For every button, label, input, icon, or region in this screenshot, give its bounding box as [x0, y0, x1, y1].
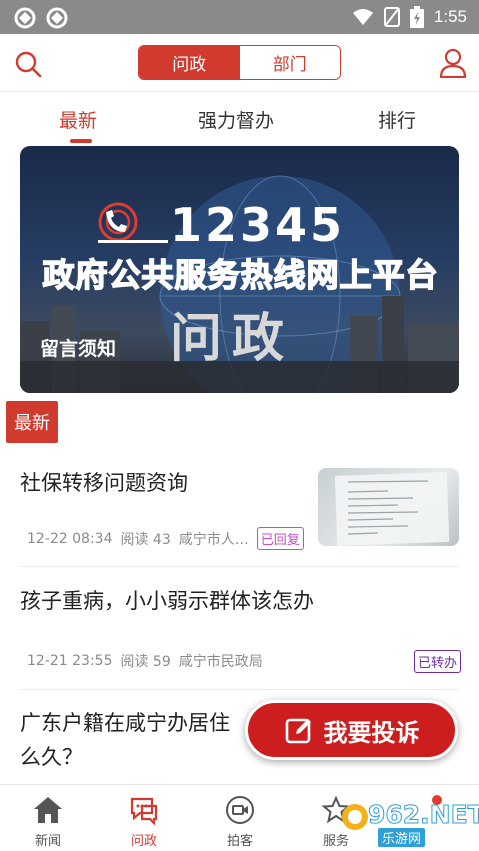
segment-department[interactable]: 部门 [239, 46, 340, 79]
watermark-icon [342, 804, 368, 830]
banner-caption: 留言须知 [40, 338, 117, 360]
hotline-banner[interactable]: 12345 政府公共服务热线网上平台 问政 留言须知 [20, 146, 459, 393]
nav-paike[interactable]: 拍客 [192, 785, 288, 851]
no-sim-icon [383, 7, 400, 27]
news-title: 孩子重病，小小弱示群体该怎办 [20, 589, 314, 613]
search-icon[interactable] [14, 50, 42, 78]
document-photo-image [334, 471, 450, 546]
status-badge: 已回复 [256, 527, 304, 550]
watermark-text: 962.NET [368, 800, 479, 830]
news-department: 咸宁市人… [178, 531, 249, 548]
segment-wenzheng[interactable]: 问政 [139, 46, 240, 79]
sub-tabs: 最新 强力督办 排行 [0, 94, 479, 146]
nav-news[interactable]: 新闻 [0, 785, 96, 851]
news-meta: 12-22 08:34 阅读 43 咸宁市人… 已回复 [27, 527, 304, 550]
news-department: 咸宁市民政局 [178, 654, 263, 670]
chat-icon [130, 797, 158, 826]
status-bar: 1:55 [0, 0, 479, 34]
section-tag-latest: 最新 [6, 401, 58, 443]
app-notification-icon [46, 7, 68, 29]
video-icon [226, 796, 254, 824]
status-badge: 已转办 [414, 650, 462, 673]
news-reads: 阅读 43 [120, 531, 171, 548]
phone-icon [98, 202, 138, 242]
battery-icon [409, 6, 424, 28]
nav-label: 拍客 [226, 834, 253, 849]
top-header: 问政 部门 [0, 34, 479, 92]
news-date: 12-21 23:55 [27, 653, 113, 669]
news-meta: 12-21 23:55 阅读 59 咸宁市民政局 [27, 651, 263, 671]
segment-control: 问政 部门 [138, 45, 341, 80]
home-icon [34, 797, 62, 823]
news-thumbnail[interactable] [318, 468, 459, 546]
active-tab-indicator [70, 139, 92, 143]
watermark-subtext: 乐游网 [378, 828, 426, 847]
nav-label: 新闻 [34, 834, 61, 849]
complain-button-label: 我要投诉 [323, 718, 420, 747]
tab-latest[interactable]: 最新 [59, 106, 97, 133]
complain-button[interactable]: 我要投诉 [245, 700, 458, 760]
nav-wenzheng[interactable]: 问政 [96, 785, 192, 851]
news-reads: 阅读 59 [120, 654, 171, 670]
watermark-logo: 962.NET 乐游网 [340, 798, 479, 848]
news-date: 12-22 08:34 [27, 530, 113, 547]
user-profile-icon[interactable] [439, 48, 467, 78]
list-divider [20, 689, 459, 690]
nav-label: 问政 [130, 834, 157, 849]
tab-supervision[interactable]: 强力督办 [198, 106, 274, 133]
tab-ranking[interactable]: 排行 [378, 106, 416, 133]
edit-icon [285, 718, 311, 744]
clock: 1:55 [433, 7, 467, 26]
app-notification-icon [14, 7, 36, 29]
banner-subtitle: 问政 [170, 309, 295, 369]
banner-title: 政府公共服务热线网上平台 [42, 255, 439, 295]
list-divider [20, 566, 459, 567]
wifi-icon [352, 9, 373, 25]
hotline-number: 12345 [170, 198, 346, 252]
